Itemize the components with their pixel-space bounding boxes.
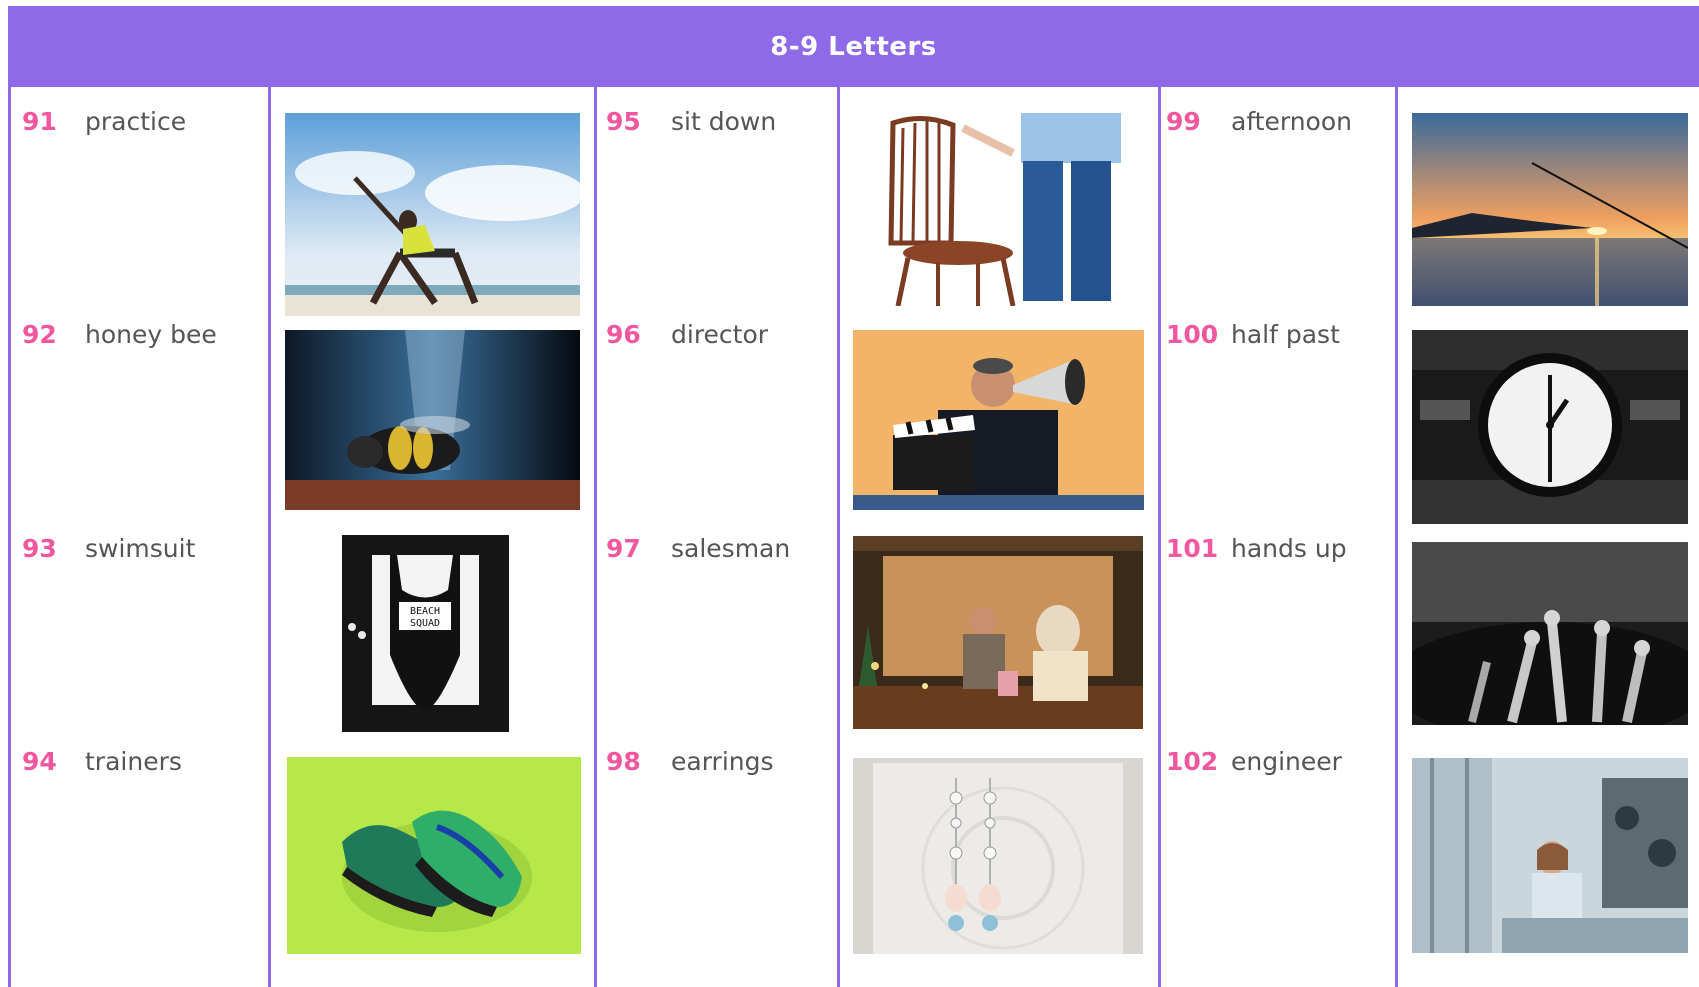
- entry-number: 92: [22, 320, 57, 349]
- section-title: 8-9 Letters: [770, 31, 937, 62]
- entry-word: engineer: [1231, 747, 1342, 776]
- photo-swimsuit: BEACH SQUAD: [342, 535, 509, 732]
- entry-number: 91: [22, 107, 57, 136]
- entry-number: 98: [606, 747, 641, 776]
- entry-number: 97: [606, 534, 641, 563]
- photo-sunset: [1412, 113, 1688, 306]
- photo-sit-down: [853, 113, 1143, 306]
- entry-number: 101: [1166, 534, 1219, 563]
- entry-number: 99: [1166, 107, 1201, 136]
- column-divider: [1158, 87, 1161, 987]
- section-header: 8-9 Letters: [8, 6, 1699, 87]
- photo-honey-bee: [285, 330, 580, 510]
- entry-word: salesman: [671, 534, 791, 563]
- column-divider: [8, 87, 11, 987]
- entry-word: afternoon: [1231, 107, 1352, 136]
- entry-word: director: [671, 320, 769, 349]
- entry-word: half past: [1231, 320, 1340, 349]
- photo-engineer: [1412, 758, 1688, 953]
- entry-word: practice: [85, 107, 187, 136]
- photo-sneakers: [287, 757, 581, 954]
- entry-number: 93: [22, 534, 57, 563]
- entry-word: hands up: [1231, 534, 1347, 563]
- entry-number: 94: [22, 747, 57, 776]
- entry-word: honey bee: [85, 320, 217, 349]
- column-divider: [1395, 87, 1398, 987]
- photo-yoga-beach: [285, 113, 580, 316]
- photo-salesman: [853, 536, 1143, 729]
- column-divider: [268, 87, 271, 987]
- photo-earrings: [853, 758, 1143, 954]
- swimsuit-print-line2: SQUAD: [410, 618, 440, 629]
- entry-number: 96: [606, 320, 641, 349]
- photo-director: [853, 330, 1144, 510]
- column-divider: [594, 87, 597, 987]
- photo-hands-up: [1412, 542, 1688, 725]
- column-divider: [837, 87, 840, 987]
- swimsuit-print-line1: BEACH: [410, 606, 440, 617]
- entry-number: 100: [1166, 320, 1219, 349]
- entry-word: earrings: [671, 747, 774, 776]
- entry-word: trainers: [85, 747, 182, 776]
- entry-word: swimsuit: [85, 534, 196, 563]
- photo-clock: [1412, 330, 1688, 524]
- entry-number: 102: [1166, 747, 1219, 776]
- entry-word: sit down: [671, 107, 777, 136]
- entry-number: 95: [606, 107, 641, 136]
